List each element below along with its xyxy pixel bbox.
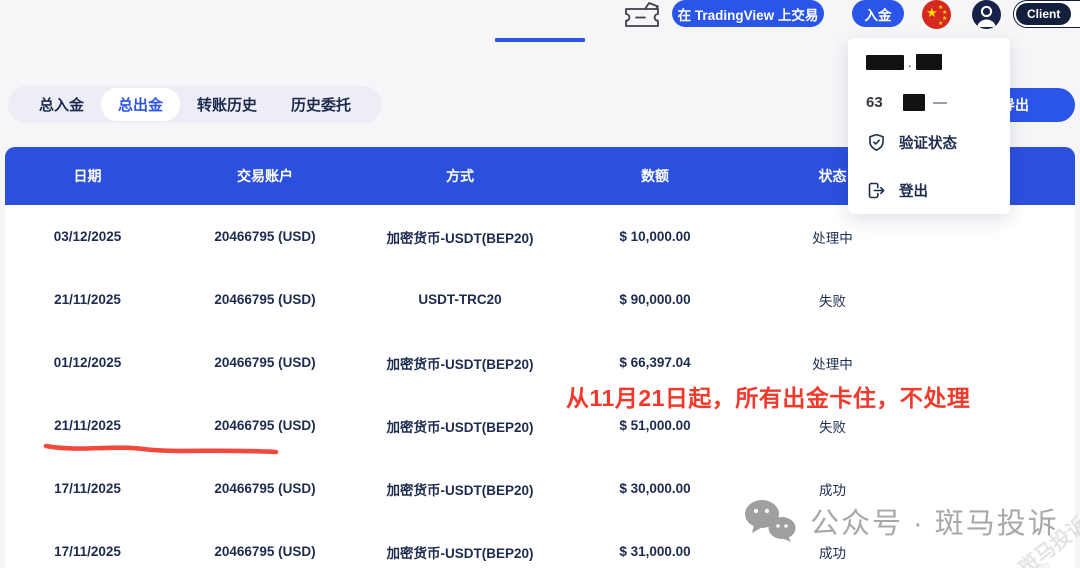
table-row[interactable]: 17/11/2025 20466795 (USD) 加密货币-USDT(BEP2… [5,520,1075,568]
row-amount: $ 66,397.04 [619,355,691,370]
row-amount: $ 51,000.00 [619,418,691,433]
tab-2[interactable]: 转账历史 [180,88,274,121]
row-date: 17/11/2025 [54,544,121,559]
redaction-bar [915,54,942,70]
row-method: 加密货币-USDT(BEP20) [386,482,534,498]
table-row[interactable]: 03/12/2025 20466795 (USD) 加密货币-USDT(BEP2… [5,205,1075,268]
shield-check-icon [869,133,884,151]
row-method: 加密货币-USDT(BEP20) [386,419,534,435]
tab-1[interactable]: 总出金 [101,88,181,121]
red-annotation-text: 从11月21日起，所有出金卡住，不处理 [566,385,971,411]
row-method: USDT-TRC20 [418,292,502,307]
client-toggle-option[interactable]: Client [1016,3,1072,25]
row-amount: $ 90,000.00 [619,292,691,307]
row-status-badge: 处理中 [812,356,853,372]
coupon-ticket-icon[interactable] [621,1,663,29]
header-method: 方式 [446,168,474,184]
row-date: 01/12/2025 [53,355,122,370]
row-date: 21/11/2025 [54,292,121,307]
menu-item-account-number-redacted[interactable]: 63 [866,94,947,111]
row-account: 20466795 (USD) [214,418,316,433]
row-amount: $ 30,000.00 [619,481,691,496]
row-amount: $ 10,000.00 [619,229,691,244]
row-status-badge: 处理中 [812,230,853,246]
row-date: 21/11/2025 [54,418,121,433]
row-method: 加密货币-USDT(BEP20) [386,545,534,561]
menu-item-user-name-redacted[interactable]: . [866,54,942,70]
tab-0[interactable]: 总入金 [22,88,101,121]
logout-icon [868,182,885,199]
svg-text:★: ★ [942,9,947,16]
row-account: 20466795 (USD) [214,292,316,307]
tradingview-trade-button[interactable]: 在 TradingView 上交易 [672,0,824,27]
row-amount: $ 31,000.00 [619,544,691,559]
row-account: 20466795 (USD) [214,544,316,559]
row-method: 加密货币-USDT(BEP20) [386,356,534,372]
svg-text:★: ★ [938,20,943,27]
row-account: 20466795 (USD) [214,229,316,244]
deposit-button[interactable]: 入金 [852,0,904,27]
withdrawal-history-page: 在 TradingView 上交易 入金 ★ ★ ★ ★ ★ Client IB… [0,0,1080,568]
redaction-dash [932,101,947,104]
row-status-badge: 失败 [819,419,846,435]
header-amount: 数额 [641,168,669,184]
row-status-badge: 成功 [819,545,846,561]
client-ib-toggle[interactable]: Client IB [1013,0,1080,28]
red-hand-drawn-underline [43,443,279,455]
svg-text:★: ★ [926,5,938,20]
row-status-badge: 成功 [819,482,846,498]
header-account: 交易账户 [237,168,293,184]
row-date: 03/12/2025 [53,229,122,244]
redaction-bar [866,54,904,70]
row-account: 20466795 (USD) [214,355,316,370]
menu-item-logout[interactable]: 登出 [866,180,928,201]
verify-status-label: 验证状态 [899,136,957,152]
active-nav-underline [495,38,585,42]
account-dropdown-menu: . 63 验证状态 登出 [848,38,1010,214]
language-flag-china-icon[interactable]: ★ ★ ★ ★ ★ [922,0,951,29]
row-status-badge: 失败 [819,293,846,309]
menu-item-verify-status[interactable]: 验证状态 [866,132,957,153]
row-account: 20466795 (USD) [214,481,316,496]
row-method: 加密货币-USDT(BEP20) [386,230,534,246]
redaction-bar [902,94,925,111]
row-date: 17/11/2025 [54,481,121,496]
tab-3[interactable]: 历史委托 [274,88,368,121]
logout-label: 登出 [899,184,928,200]
profile-avatar-icon[interactable] [972,0,1001,29]
history-tabs-bar: 总入金 总出金 转账历史 历史委托 [8,86,383,123]
table-row[interactable]: 21/11/2025 20466795 (USD) USDT-TRC20 $ 9… [5,268,1075,331]
header-date: 日期 [73,168,102,184]
table-row[interactable]: 17/11/2025 20466795 (USD) 加密货币-USDT(BEP2… [5,457,1075,520]
account-prefix: 63 [866,94,883,111]
